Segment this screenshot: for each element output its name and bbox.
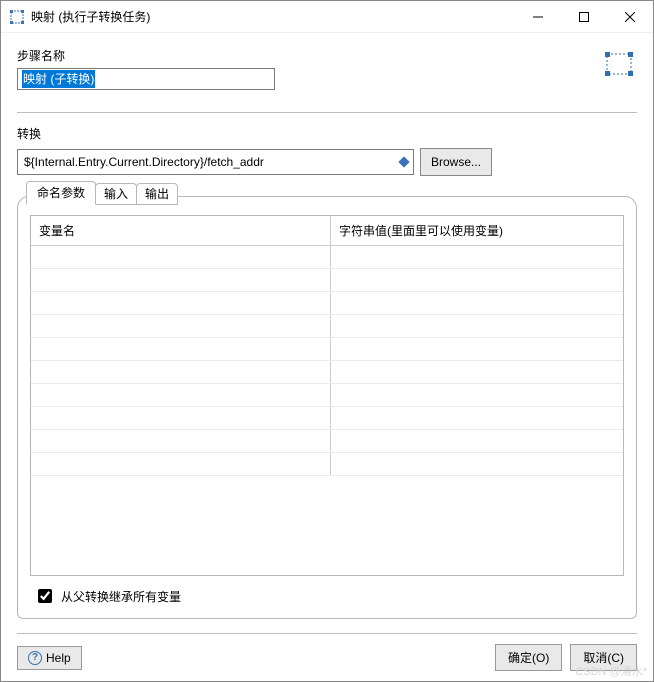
help-icon: ?	[28, 651, 42, 665]
table-row[interactable]	[31, 269, 623, 292]
dialog-window: 映射 (执行子转换任务) 步骤名称 映射 (子转换) 转换 Browse...	[0, 0, 654, 682]
col-header-value[interactable]: 字符串值(里面里可以使用变量)	[331, 216, 623, 245]
table-row[interactable]	[31, 315, 623, 338]
app-icon	[9, 9, 25, 25]
help-button[interactable]: ? Help	[17, 646, 82, 670]
step-name-input[interactable]: 映射 (子转换)	[17, 68, 275, 90]
help-label: Help	[46, 651, 71, 665]
divider-1	[17, 112, 637, 113]
inherit-label: 从父转换继承所有变量	[61, 588, 181, 605]
maximize-button[interactable]	[561, 1, 607, 32]
transform-path-input[interactable]	[17, 149, 414, 175]
browse-button[interactable]: Browse...	[420, 148, 492, 176]
tab-panel: 命名参数 输入 输出 变量名 字符串值(里面里可以使用变量)	[17, 196, 637, 619]
tab-output[interactable]: 输出	[136, 183, 178, 205]
transform-input-wrap	[17, 149, 414, 175]
table-row[interactable]	[31, 453, 623, 476]
dialog-body: 步骤名称 映射 (子转换) 转换 Browse... 命名参数 输入 输出	[1, 33, 653, 681]
inherit-checkbox-row[interactable]: 从父转换继承所有变量	[30, 586, 624, 606]
grid-empty-area	[31, 476, 623, 575]
table-row[interactable]	[31, 361, 623, 384]
cancel-button[interactable]: 取消(C)	[570, 644, 637, 671]
variable-icon[interactable]	[397, 155, 411, 169]
divider-2	[17, 633, 637, 634]
step-name-row: 步骤名称 映射 (子转换)	[17, 47, 637, 90]
tab-named-params[interactable]: 命名参数	[26, 181, 96, 205]
grid-header: 变量名 字符串值(里面里可以使用变量)	[31, 216, 623, 246]
minimize-button[interactable]	[515, 1, 561, 32]
table-row[interactable]	[31, 246, 623, 269]
grid-body[interactable]	[31, 246, 623, 575]
dialog-footer: ? Help 确定(O) 取消(C)	[17, 644, 637, 671]
ok-button[interactable]: 确定(O)	[495, 644, 562, 671]
table-row[interactable]	[31, 292, 623, 315]
params-grid[interactable]: 变量名 字符串值(里面里可以使用变量)	[30, 215, 624, 576]
transform-row: Browse...	[17, 148, 637, 176]
table-row[interactable]	[31, 338, 623, 361]
tab-input[interactable]: 输入	[95, 183, 137, 205]
transform-label: 转换	[17, 125, 637, 142]
table-row[interactable]	[31, 384, 623, 407]
window-title: 映射 (执行子转换任务)	[31, 8, 515, 25]
tab-strip: 命名参数 输入 输出	[26, 183, 177, 207]
inherit-checkbox[interactable]	[38, 589, 52, 603]
titlebar: 映射 (执行子转换任务)	[1, 1, 653, 33]
close-button[interactable]	[607, 1, 653, 32]
step-name-label: 步骤名称	[17, 47, 637, 64]
col-header-variable[interactable]: 变量名	[31, 216, 331, 245]
transform-icon	[601, 47, 637, 81]
window-controls	[515, 1, 653, 32]
table-row[interactable]	[31, 407, 623, 430]
table-row[interactable]	[31, 430, 623, 453]
